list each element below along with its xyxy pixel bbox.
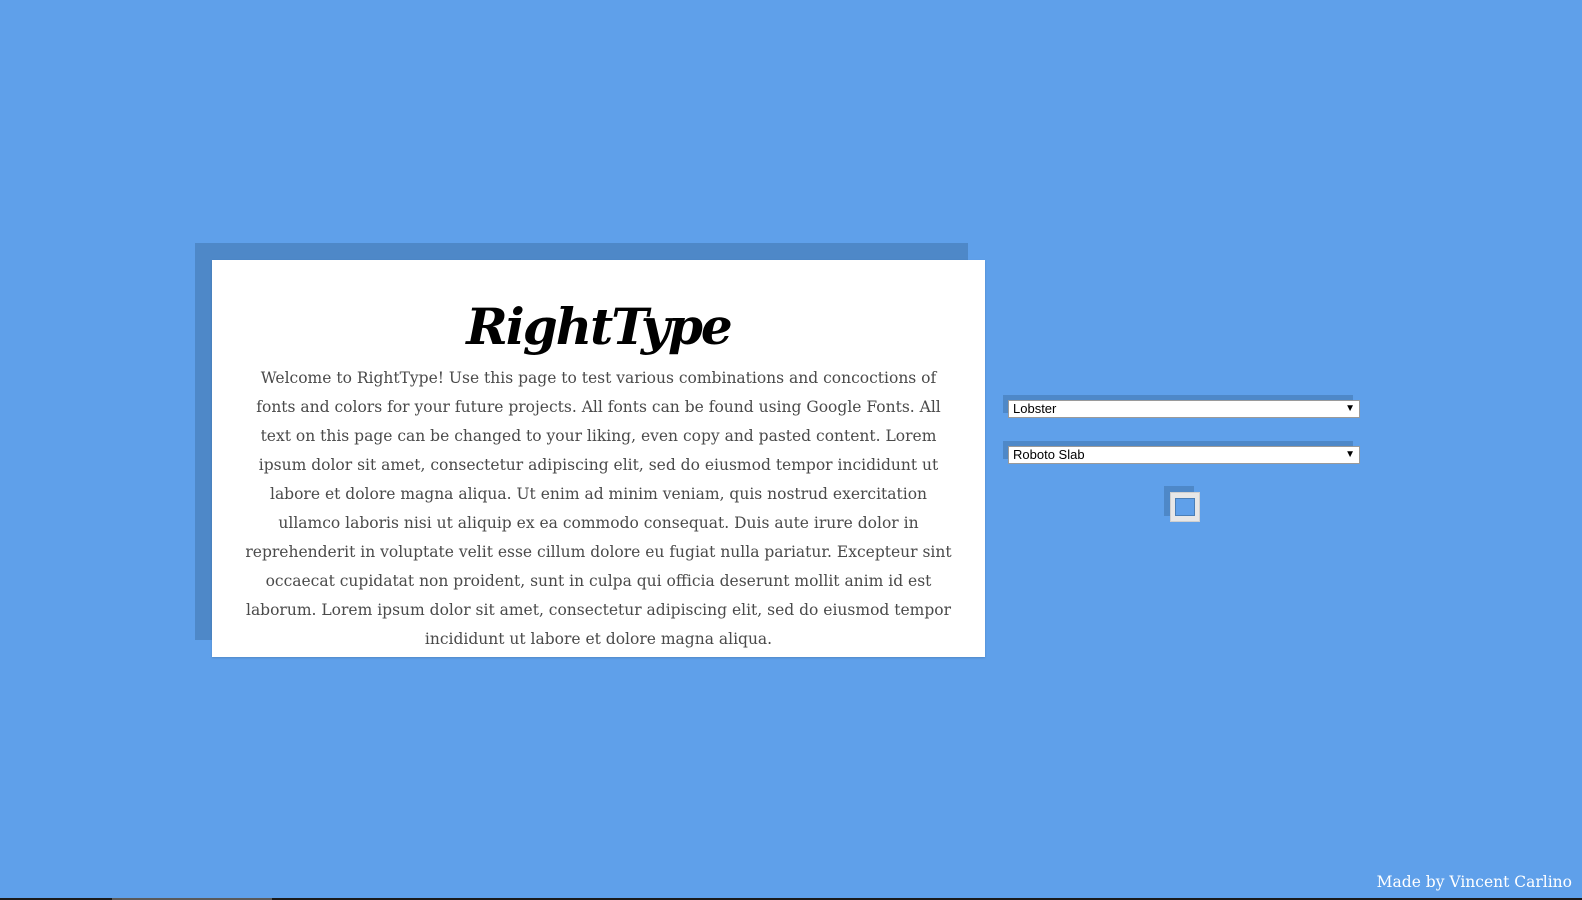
body-font-select[interactable]: Roboto Slab ▼ (1008, 446, 1360, 464)
chevron-down-icon: ▼ (1345, 403, 1355, 414)
preview-card: RightType Welcome to RightType! Use this… (212, 260, 985, 657)
heading-font-select[interactable]: Lobster ▼ (1008, 400, 1360, 418)
color-swatch-icon (1175, 498, 1195, 516)
preview-body-text[interactable]: Welcome to RightType! Use this page to t… (244, 364, 953, 654)
body-font-selected: Roboto Slab (1013, 447, 1085, 462)
chevron-down-icon: ▼ (1345, 449, 1355, 460)
footer-credit: Made by Vincent Carlino (1376, 873, 1572, 891)
heading-font-selected: Lobster (1013, 401, 1057, 416)
page-title[interactable]: RightType (244, 296, 953, 358)
color-picker-button[interactable] (1170, 492, 1200, 522)
